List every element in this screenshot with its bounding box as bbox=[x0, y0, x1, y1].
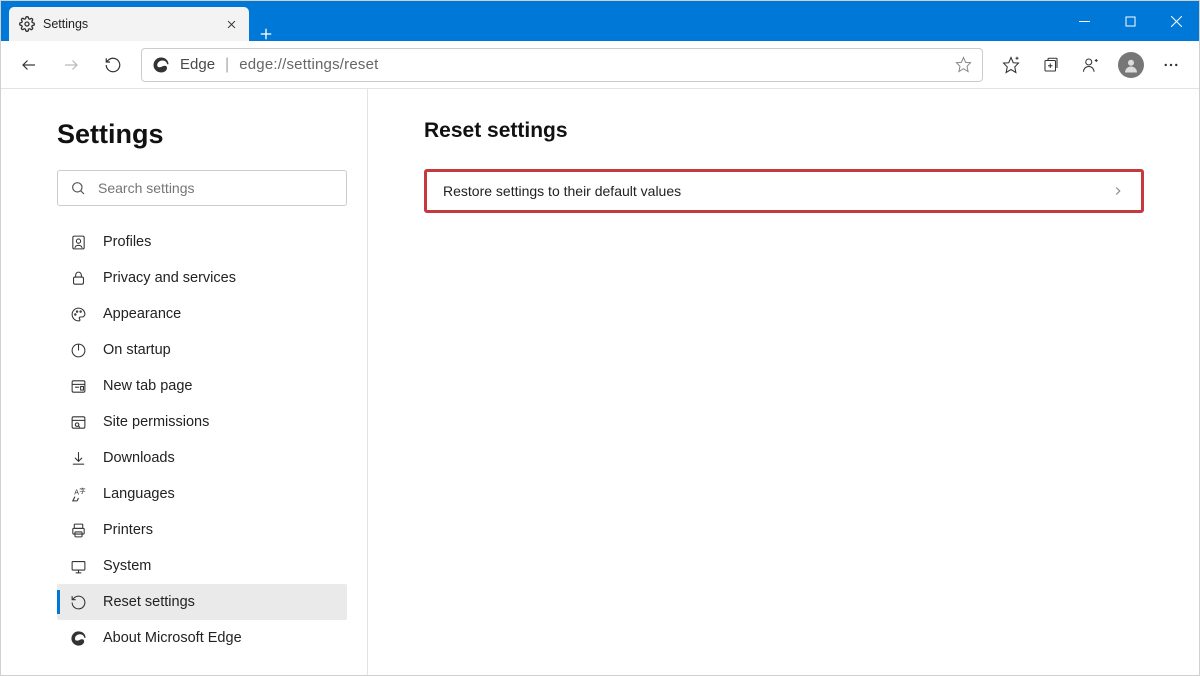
nav-label: On startup bbox=[103, 342, 171, 358]
sidebar-heading: Settings bbox=[57, 119, 347, 150]
nav-icon bbox=[69, 269, 87, 287]
browser-window: Settings bbox=[0, 0, 1200, 676]
nav-label: Downloads bbox=[103, 450, 175, 466]
nav-icon bbox=[69, 377, 87, 395]
settings-search[interactable] bbox=[57, 170, 347, 206]
browser-tab[interactable]: Settings bbox=[9, 7, 249, 41]
tab-close-button[interactable] bbox=[223, 16, 239, 32]
tab-strip: Settings bbox=[1, 1, 283, 41]
edge-icon bbox=[152, 56, 170, 74]
chevron-right-icon bbox=[1111, 184, 1125, 198]
sidebar-item-new-tab-page[interactable]: New tab page bbox=[57, 368, 347, 404]
restore-defaults-row[interactable]: Restore settings to their default values bbox=[424, 169, 1144, 213]
sidebar-item-languages[interactable]: A字 Languages bbox=[57, 476, 347, 512]
favorites-button[interactable] bbox=[991, 45, 1031, 85]
nav-icon bbox=[69, 521, 87, 539]
new-tab-button[interactable] bbox=[249, 27, 283, 41]
sidebar-item-on-startup[interactable]: On startup bbox=[57, 332, 347, 368]
nav-icon bbox=[69, 305, 87, 323]
address-separator: | bbox=[225, 56, 229, 74]
nav-label: Profiles bbox=[103, 234, 151, 250]
refresh-button[interactable] bbox=[93, 45, 133, 85]
more-menu-button[interactable] bbox=[1151, 45, 1191, 85]
nav-label: System bbox=[103, 558, 151, 574]
svg-text:字: 字 bbox=[79, 486, 85, 495]
collections-button[interactable] bbox=[1031, 45, 1071, 85]
nav-icon bbox=[69, 629, 87, 647]
sidebar-item-appearance[interactable]: Appearance bbox=[57, 296, 347, 332]
gear-icon bbox=[19, 16, 35, 32]
titlebar-drag-area[interactable] bbox=[283, 1, 1061, 41]
favorite-star-icon[interactable] bbox=[955, 56, 972, 73]
sidebar-item-system[interactable]: System bbox=[57, 548, 347, 584]
settings-sidebar: Settings Profiles Privacy and services App… bbox=[1, 89, 368, 675]
sidebar-item-site-permissions[interactable]: Site permissions bbox=[57, 404, 347, 440]
address-url: edge://settings/reset bbox=[239, 56, 945, 73]
search-icon bbox=[70, 180, 86, 196]
toolbar: Edge | edge://settings/reset bbox=[1, 41, 1199, 89]
nav-icon bbox=[69, 449, 87, 467]
nav-label: Privacy and services bbox=[103, 270, 236, 286]
window-controls bbox=[1061, 1, 1199, 41]
page-heading: Reset settings bbox=[424, 119, 1144, 143]
nav-icon bbox=[69, 593, 87, 611]
nav-label: Appearance bbox=[103, 306, 181, 322]
sidebar-item-privacy-and-services[interactable]: Privacy and services bbox=[57, 260, 347, 296]
nav-label: Printers bbox=[103, 522, 153, 538]
nav-label: New tab page bbox=[103, 378, 192, 394]
nav-label: About Microsoft Edge bbox=[103, 630, 242, 646]
settings-main: Reset settings Restore settings to their… bbox=[368, 89, 1199, 675]
nav-label: Site permissions bbox=[103, 414, 209, 430]
minimize-button[interactable] bbox=[1061, 1, 1107, 41]
profile-avatar[interactable] bbox=[1118, 52, 1144, 78]
address-bar[interactable]: Edge | edge://settings/reset bbox=[141, 48, 983, 82]
address-prefix: Edge bbox=[180, 56, 215, 73]
sidebar-item-about-microsoft-edge[interactable]: About Microsoft Edge bbox=[57, 620, 347, 656]
content-body: Settings Profiles Privacy and services App… bbox=[1, 89, 1199, 675]
svg-text:A: A bbox=[74, 488, 79, 496]
search-input[interactable] bbox=[98, 180, 334, 196]
sidebar-item-profiles[interactable]: Profiles bbox=[57, 224, 347, 260]
maximize-button[interactable] bbox=[1107, 1, 1153, 41]
title-bar: Settings bbox=[1, 1, 1199, 41]
nav-icon bbox=[69, 341, 87, 359]
profile-actions-button[interactable] bbox=[1071, 45, 1111, 85]
sidebar-item-downloads[interactable]: Downloads bbox=[57, 440, 347, 476]
sidebar-item-reset-settings[interactable]: Reset settings bbox=[57, 584, 347, 620]
close-window-button[interactable] bbox=[1153, 1, 1199, 41]
toolbar-actions bbox=[991, 45, 1191, 85]
back-button[interactable] bbox=[9, 45, 49, 85]
restore-defaults-label: Restore settings to their default values bbox=[443, 183, 681, 199]
nav-label: Reset settings bbox=[103, 594, 195, 610]
sidebar-item-printers[interactable]: Printers bbox=[57, 512, 347, 548]
nav-icon bbox=[69, 557, 87, 575]
forward-button[interactable] bbox=[51, 45, 91, 85]
nav-icon bbox=[69, 413, 87, 431]
settings-nav: Profiles Privacy and services Appearance On… bbox=[57, 224, 347, 656]
nav-icon: A字 bbox=[69, 485, 87, 503]
tab-title: Settings bbox=[43, 17, 215, 31]
nav-icon bbox=[69, 233, 87, 251]
nav-label: Languages bbox=[103, 486, 175, 502]
